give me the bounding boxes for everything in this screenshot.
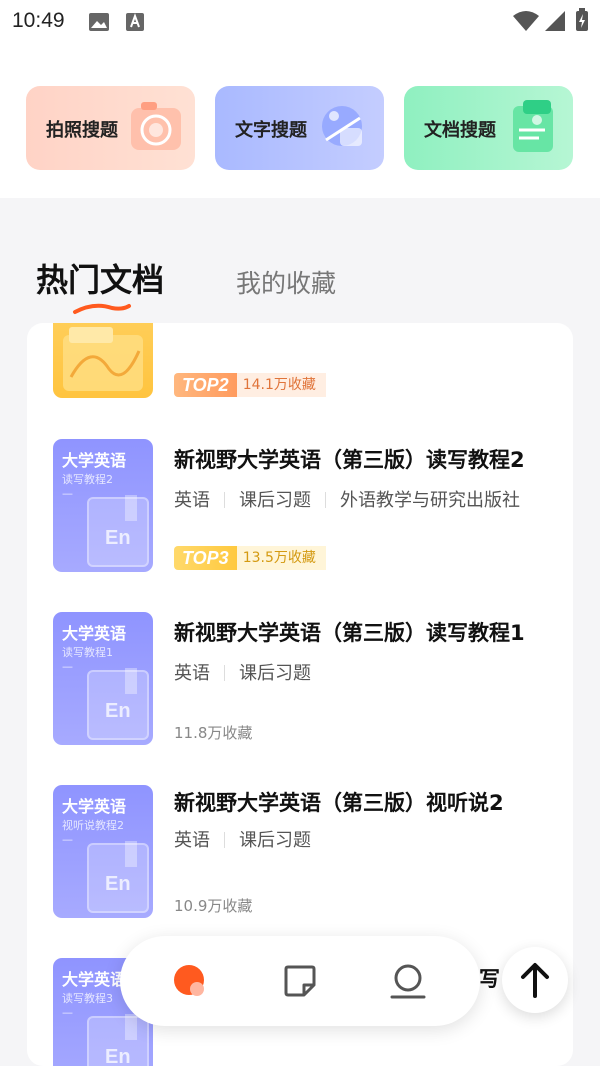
cover-dash: — (62, 833, 73, 846)
signal-icon (545, 11, 565, 31)
document-cover: 大学英语 读写教程2 — En (53, 439, 153, 572)
status-bar: 10:49 (0, 0, 600, 44)
text-notification-icon (126, 13, 144, 31)
tag-type: 课后习题 (239, 830, 311, 851)
cover-en-label: En (105, 1046, 131, 1066)
cover-dash: — (62, 487, 73, 500)
document-tags: 英语 课后习题 (174, 826, 552, 852)
scroll-to-top-button[interactable] (502, 947, 568, 1013)
tag-subject: 英语 (174, 490, 210, 511)
notes-nav-icon[interactable] (280, 961, 320, 1001)
cover-subtitle: 读写教程1 (62, 646, 113, 659)
camera-icon (131, 102, 181, 150)
doc-search-label: 文档搜题 (424, 120, 496, 141)
document-cover (53, 323, 153, 398)
cover-en-label: En (105, 527, 131, 549)
favorite-count: 13.5万收藏 (236, 546, 326, 570)
document-icon (513, 100, 553, 152)
bookmark-icon (125, 1014, 137, 1040)
rank-badge: TOP3 13.5万收藏 (174, 546, 326, 570)
cover-en-label: En (105, 700, 131, 722)
tag-type: 课后习题 (239, 490, 311, 511)
chart-cover-icon (63, 327, 143, 391)
cover-title: 大学英语 (62, 451, 127, 470)
home-nav-icon[interactable] (170, 961, 210, 1001)
profile-nav-icon[interactable] (388, 961, 428, 1001)
document-title[interactable]: 新视野大学英语（第三版）读写教程2 (174, 444, 552, 474)
bookmark-icon (125, 841, 137, 867)
cover-subtitle: 读写教程3 (62, 992, 113, 1005)
cover-title: 大学英语 (62, 624, 127, 643)
tab-active-underline-icon (73, 303, 131, 314)
cover-subtitle: 读写教程2 (62, 473, 113, 486)
wifi-icon (513, 11, 539, 31)
battery-icon (576, 8, 588, 31)
status-time: 10:49 (12, 9, 65, 32)
document-cover: 大学英语 读写教程1 — En (53, 612, 153, 745)
tab-hot-documents[interactable]: 热门文档 (36, 255, 164, 301)
image-notification-icon (89, 13, 109, 31)
photo-search-button[interactable]: 拍照搜题 (26, 86, 195, 170)
tag-subject: 英语 (174, 663, 210, 684)
cover-dash: — (62, 660, 73, 673)
favorite-count: 11.8万收藏 (174, 724, 253, 742)
cover-title: 大学英语 (62, 797, 127, 816)
document-title[interactable]: 新视野大学英语（第三版）读写教程1 (174, 617, 552, 647)
rank-badge: TOP2 14.1万收藏 (174, 373, 326, 397)
bookmark-icon (125, 495, 137, 521)
bookmark-icon (125, 668, 137, 694)
text-search-icon (322, 106, 362, 146)
cover-subtitle: 视听说教程2 (62, 819, 124, 832)
favorite-count: 10.9万收藏 (174, 897, 253, 915)
tag-publisher: 外语教学与研究出版社 (340, 490, 520, 511)
rank-label: TOP3 (174, 546, 237, 570)
doc-search-button[interactable]: 文档搜题 (404, 86, 573, 170)
document-tags: 英语 课后习题 外语教学与研究出版社 (174, 486, 552, 512)
text-search-button[interactable]: 文字搜题 (215, 86, 384, 170)
document-tags: 英语 课后习题 (174, 659, 552, 685)
bottom-nav (120, 936, 480, 1026)
rank-label: TOP2 (174, 373, 237, 397)
cover-title: 大学英语 (62, 970, 127, 989)
photo-search-label: 拍照搜题 (46, 120, 118, 141)
arrow-up-icon (521, 963, 549, 998)
document-cover: 大学英语 视听说教程2 — En (53, 785, 153, 918)
tab-my-favorites[interactable]: 我的收藏 (236, 264, 336, 300)
tag-subject: 英语 (174, 830, 210, 851)
favorite-count: 14.1万收藏 (236, 373, 326, 397)
search-toolbar: 拍照搜题 文字搜题 文档搜题 (0, 44, 600, 198)
document-title[interactable]: 新视野大学英语（第三版）视听说2 (174, 787, 552, 817)
tag-type: 课后习题 (239, 663, 311, 684)
text-search-label: 文字搜题 (235, 120, 307, 141)
cover-dash: — (62, 1006, 73, 1019)
cover-en-label: En (105, 873, 131, 895)
